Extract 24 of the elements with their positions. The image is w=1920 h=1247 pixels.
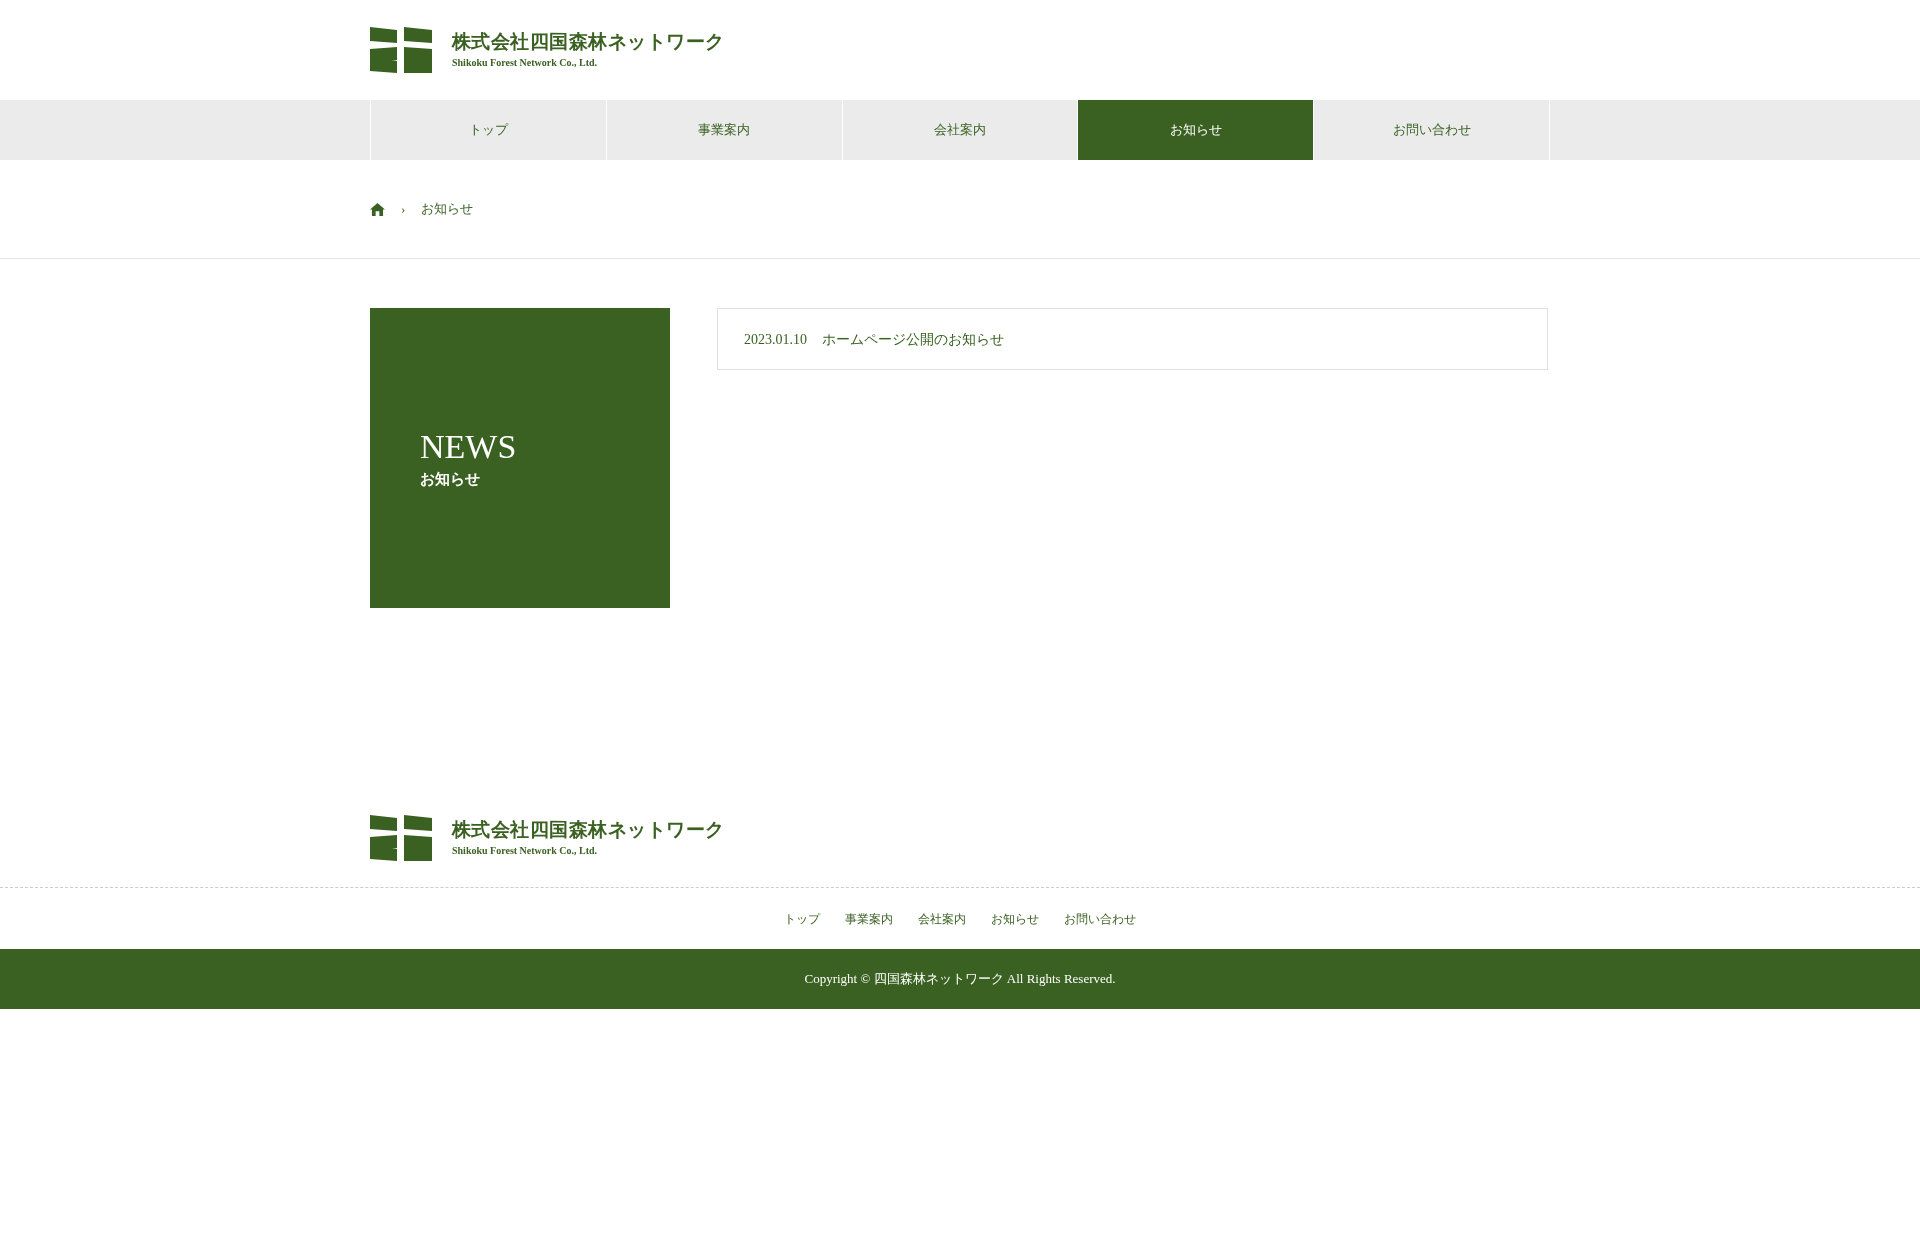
company-name-english: Shikoku Forest Network Co., Ltd. [452,844,599,859]
company-name: 株式会社四国森林ネットワーク [452,29,725,54]
breadcrumb-separator: › [401,200,406,219]
footer-link[interactable]: お知らせ [991,909,1039,928]
company-name: 株式会社四国森林ネットワーク [452,817,725,842]
news-title: ホームページ公開のお知らせ [822,330,1004,349]
page-title: NEWS [420,426,518,467]
footer-link[interactable]: お問い合わせ [1064,909,1136,928]
news-item[interactable]: 2023.01.10 ホームページ公開のお知らせ [717,308,1548,370]
news-date: 2023.01.10 [744,330,807,349]
copyright-text: Copyright © 四国森林ネットワーク All Rights Reserved. [804,970,1116,989]
nav-tab[interactable]: トップ [371,100,607,160]
footer-link[interactable]: 事業案内 [845,909,893,928]
nav-tab[interactable]: お問い合わせ [1314,100,1550,160]
logo-icon [370,27,432,73]
company-name-english: Shikoku Forest Network Co., Ltd. [452,56,599,71]
footer-link[interactable]: 会社案内 [918,909,966,928]
breadcrumb-current: お知らせ [421,200,474,219]
page-subtitle: お知らせ [420,470,481,489]
home-icon[interactable] [370,202,385,216]
footer-link[interactable]: トップ [784,909,820,928]
nav-tab[interactable]: 事業案内 [606,100,843,160]
nav-tab[interactable]: お知らせ [1078,100,1315,160]
logo-icon [370,815,432,861]
